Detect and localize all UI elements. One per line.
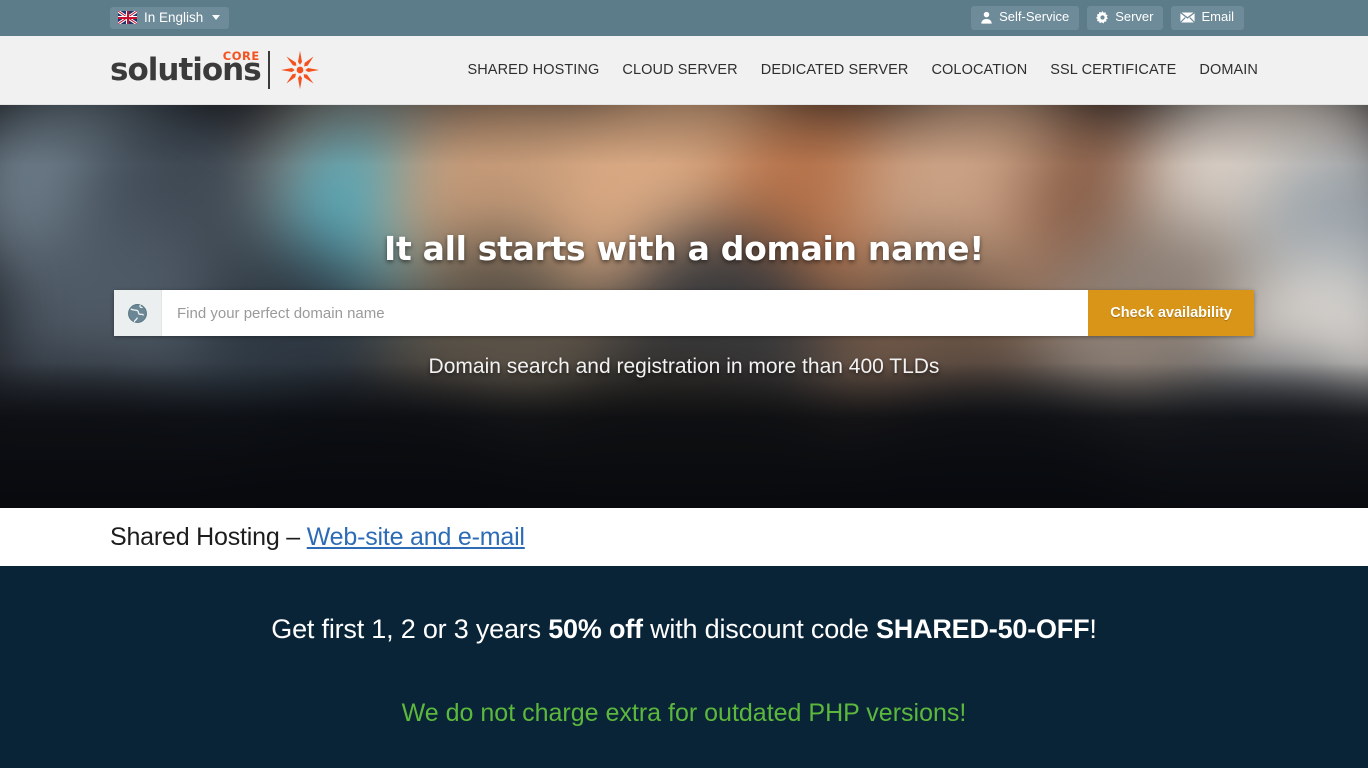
promo-text-part3: ! (1089, 614, 1097, 644)
logo-wordmark: solutions CORE (110, 49, 262, 87)
main-nav: SHARED HOSTING CLOUD SERVER DEDICATED SE… (467, 62, 1258, 78)
email-label: Email (1201, 9, 1234, 25)
page-title: Shared Hosting – Web-site and e-mail (110, 523, 525, 552)
promo-text-part1: Get first 1, 2 or 3 years (271, 614, 549, 644)
nav-item-ssl-certificate[interactable]: SSL CERTIFICATE (1050, 62, 1176, 78)
promo-discount-code: SHARED-50-OFF (875, 614, 1090, 644)
promo-banner: Get first 1, 2 or 3 years 50% off with d… (0, 566, 1368, 768)
envelope-icon (1180, 12, 1196, 23)
server-button[interactable]: Server (1087, 6, 1164, 30)
nav-item-cloud-server[interactable]: CLOUD SERVER (622, 62, 737, 78)
logo-divider (267, 51, 270, 89)
promo-discount-text: Get first 1, 2 or 3 years 50% off with d… (271, 614, 1097, 645)
nav-item-shared-hosting[interactable]: SHARED HOSTING (467, 62, 599, 78)
self-service-label: Self-Service (999, 9, 1070, 25)
domain-search-bar: Check availability (114, 290, 1254, 336)
top-utility-bar: In English Self-Service Server Email (0, 0, 1368, 36)
section-heading-prefix: Shared Hosting – (110, 522, 307, 551)
self-service-button[interactable]: Self-Service (971, 6, 1080, 30)
logo[interactable]: solutions CORE (110, 46, 321, 94)
section-heading-bar: Shared Hosting – Web-site and e-mail (0, 508, 1368, 566)
top-actions: Self-Service Server Email (971, 6, 1244, 30)
logo-superscript: CORE (222, 49, 260, 63)
globe-icon (114, 290, 162, 336)
hero-banner: It all starts with a domain name! Check … (0, 105, 1368, 508)
promo-discount-amount: 50% off (548, 614, 643, 644)
gear-icon (1096, 11, 1109, 24)
nav-item-colocation[interactable]: COLOCATION (931, 62, 1027, 78)
server-label: Server (1115, 9, 1154, 25)
hero-title: It all starts with a domain name! (383, 229, 985, 268)
check-availability-button[interactable]: Check availability (1088, 290, 1254, 336)
starburst-icon (280, 50, 319, 90)
uk-flag-icon (118, 11, 137, 24)
nav-item-dedicated-server[interactable]: DEDICATED SERVER (761, 62, 909, 78)
domain-search-input[interactable] (162, 290, 1089, 336)
promo-php-note: We do not charge extra for outdated PHP … (401, 699, 967, 727)
promo-text-part2: with discount code (642, 614, 876, 644)
section-heading-link[interactable]: Web-site and e-mail (307, 523, 525, 551)
user-icon (981, 11, 992, 24)
chevron-down-icon (212, 15, 221, 20)
nav-item-domain[interactable]: DOMAIN (1199, 62, 1258, 78)
email-button[interactable]: Email (1171, 6, 1244, 30)
site-header: solutions CORE SHARED HOSTING CLOUD SERV… (0, 36, 1368, 105)
language-selector[interactable]: In English (110, 6, 230, 30)
hero-subtitle: Domain search and registration in more t… (428, 355, 940, 378)
language-label: In English (144, 9, 204, 25)
